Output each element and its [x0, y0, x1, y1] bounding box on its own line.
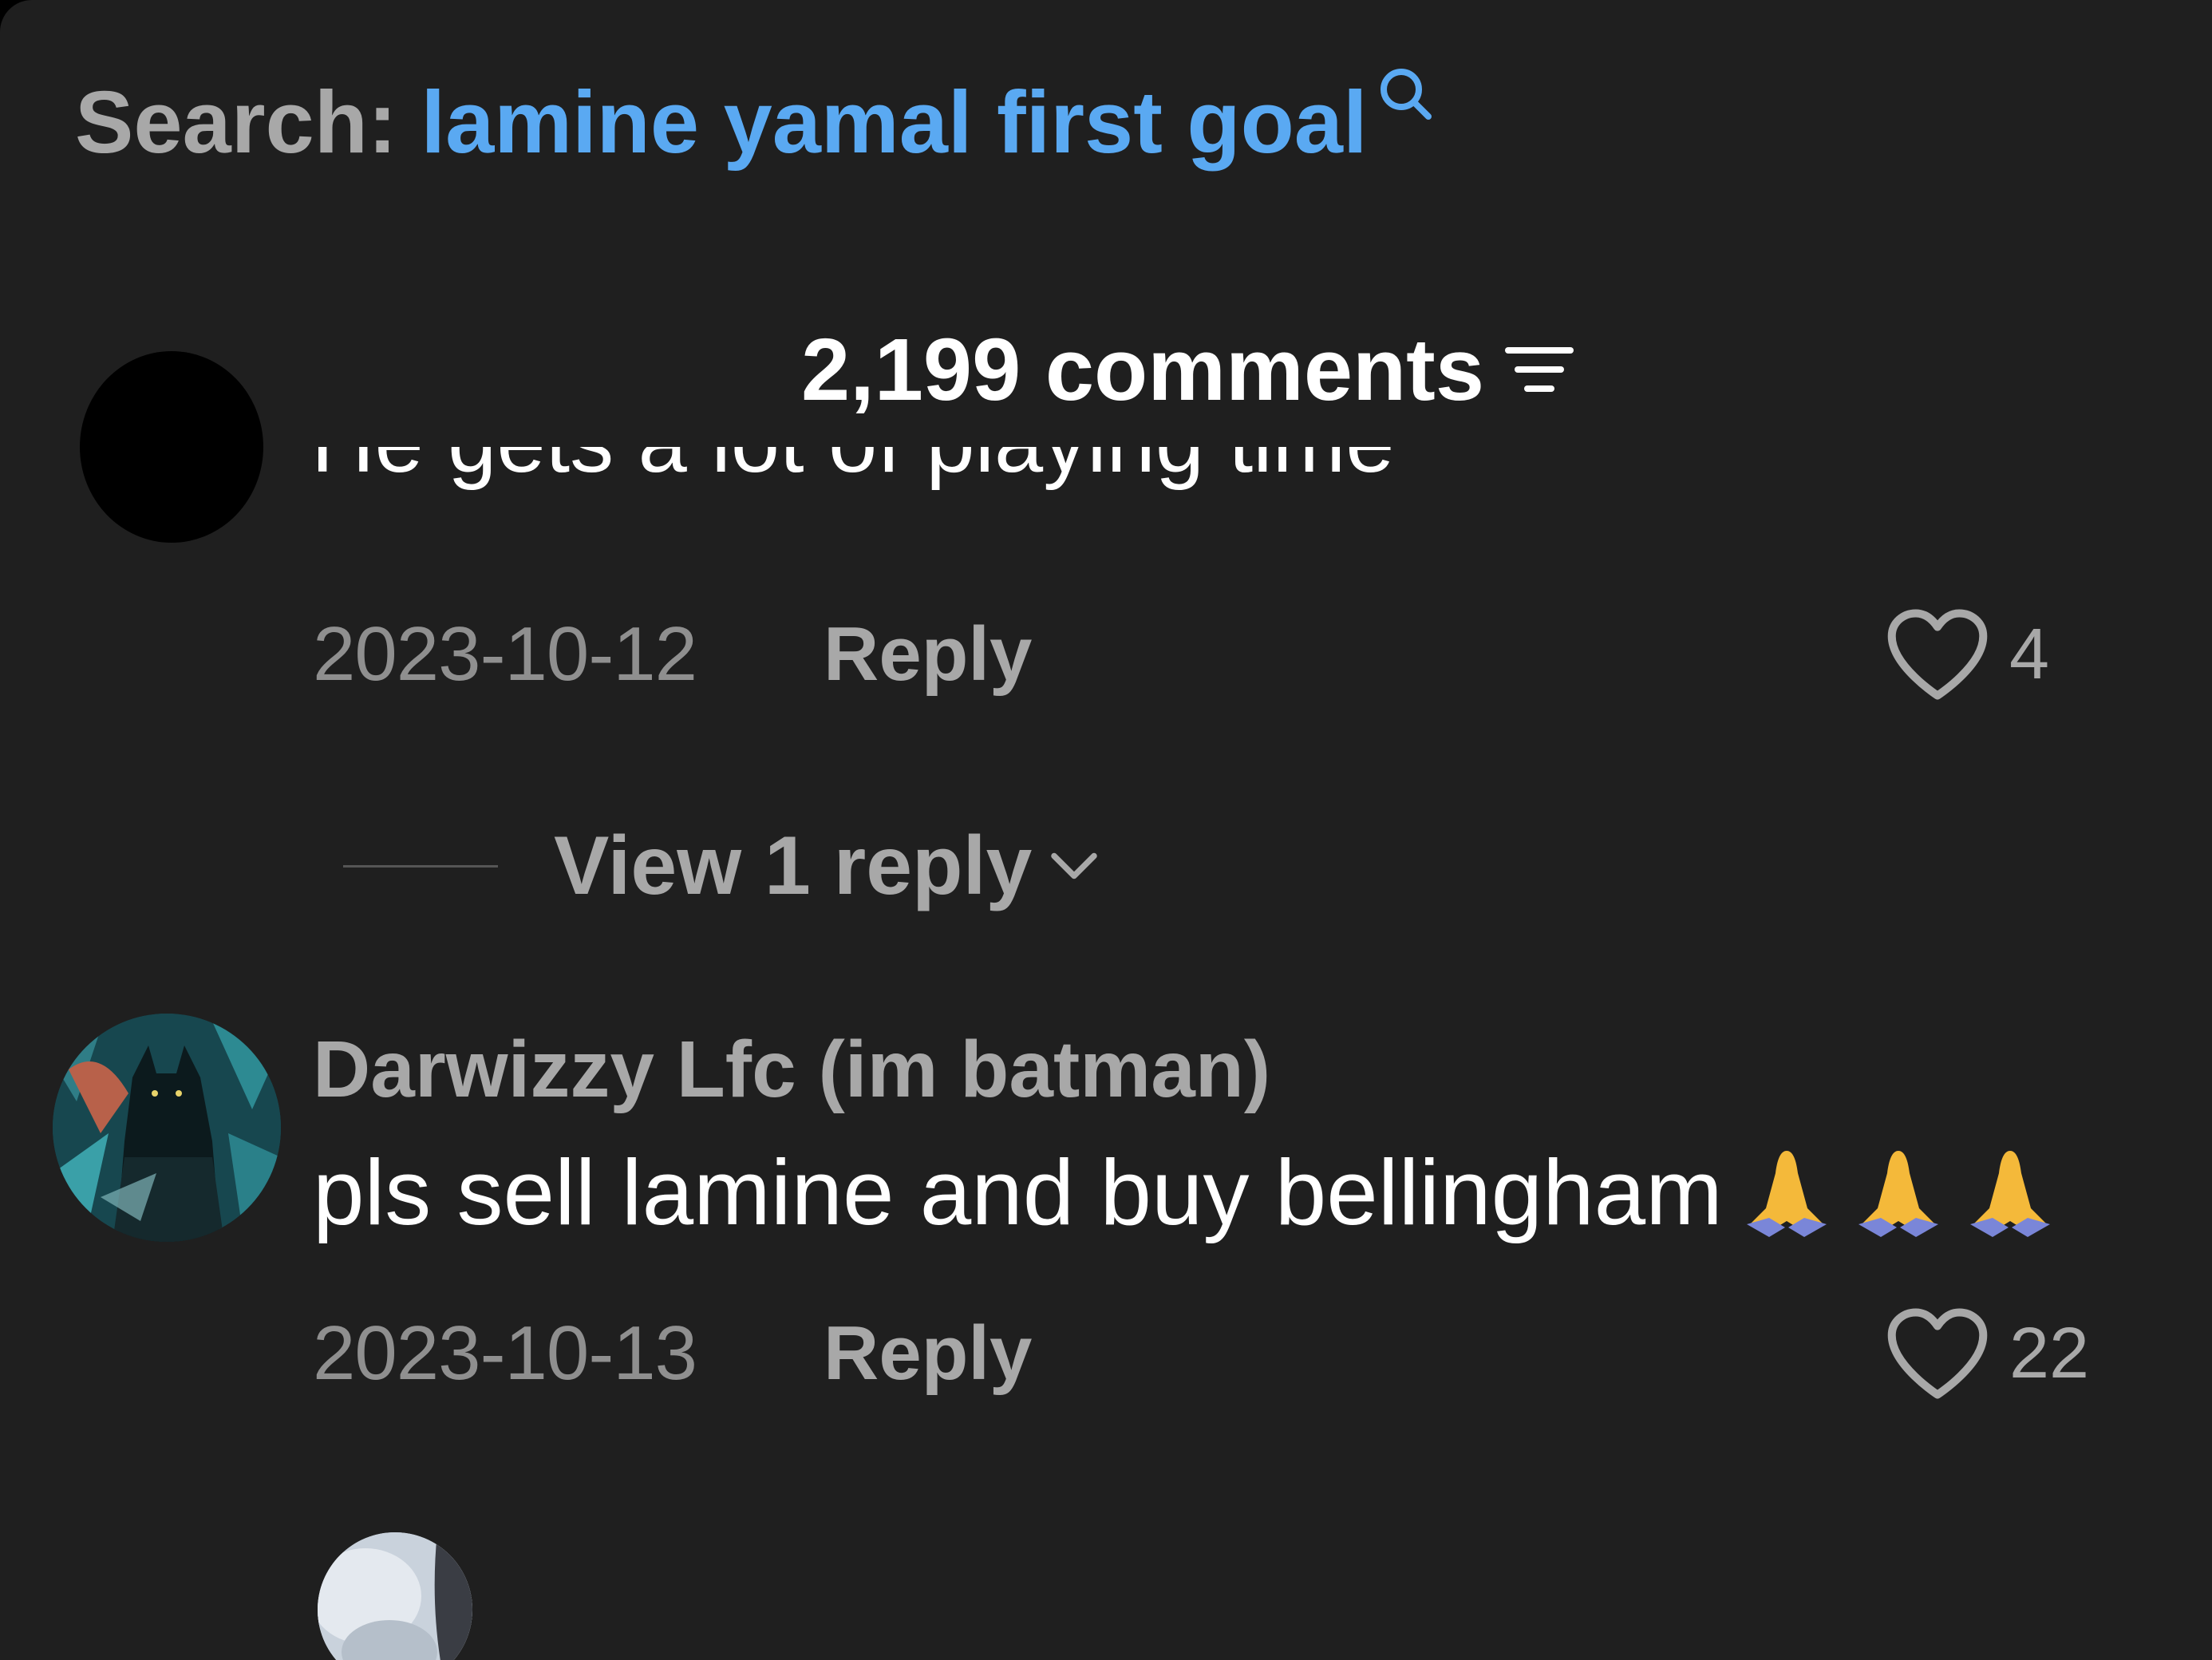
search-term[interactable]: lamine yamal first goal [421, 72, 1368, 173]
comment-meta: 2023-10-13 Reply [313, 1306, 1032, 1401]
chevron-down-icon[interactable] [1046, 846, 1102, 886]
comments-sheet: Search: lamine yamal first goal 2,199 co… [0, 0, 2212, 1660]
folded-hands-emoji [1731, 1144, 2066, 1240]
comment-date: 2023-10-12 [313, 611, 697, 697]
folded-hands-emoji-icon [1858, 1151, 1938, 1237]
like-count: 22 [2009, 1313, 2090, 1393]
batman-avatar-image [53, 1014, 281, 1242]
comment-text: pls sell lamine and buy bellingham [313, 1136, 2066, 1248]
reply-button[interactable]: Reply [824, 611, 1032, 698]
comment-author[interactable]: Darwizzy Lfc (im batman) [313, 1018, 1270, 1121]
avatar[interactable] [53, 1014, 281, 1242]
avatar[interactable] [80, 351, 263, 543]
search-prefix: Search: [75, 73, 397, 172]
comment-text: He gets a lot of playing time [311, 447, 1588, 519]
like-button[interactable]: 4 [1882, 607, 2049, 702]
heart-outline-icon[interactable] [1882, 604, 1993, 705]
sort-icon[interactable] [1503, 338, 1575, 401]
like-count: 4 [2009, 614, 2050, 694]
comment-body: pls sell lamine and buy bellingham [313, 1140, 1723, 1244]
folded-hands-emoji-icon [1969, 1151, 2050, 1237]
divider [343, 864, 498, 868]
view-replies-button[interactable]: View 1 reply [343, 814, 1102, 918]
avatar-image [318, 1532, 472, 1660]
view-replies-label[interactable]: View 1 reply [554, 819, 1032, 914]
comment-date: 2023-10-13 [313, 1310, 697, 1396]
comments-count-header: 2,199 comments [801, 318, 1575, 421]
reply-button[interactable]: Reply [824, 1310, 1032, 1397]
comment-meta: 2023-10-12 Reply [313, 607, 1032, 702]
like-button[interactable]: 22 [1882, 1306, 2089, 1401]
search-bar[interactable]: Search: lamine yamal first goal [75, 69, 1438, 174]
comments-count: 2,199 comments [801, 320, 1484, 419]
search-icon[interactable] [1374, 62, 1438, 126]
heart-outline-icon[interactable] [1882, 1303, 1993, 1404]
folded-hands-emoji-icon [1746, 1151, 1827, 1237]
avatar[interactable] [318, 1532, 472, 1660]
comment-text-partial: He gets a lot of playing time [311, 447, 1588, 492]
